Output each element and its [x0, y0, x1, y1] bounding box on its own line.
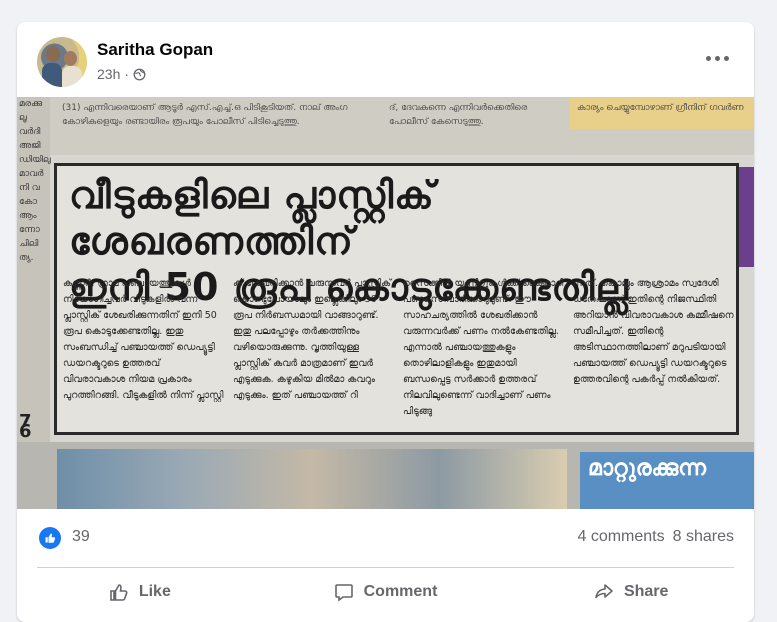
thumbs-up-icon[interactable] [39, 527, 61, 549]
top-snippet-left: (31) എന്നിവരെയാണ് ആടൂർ എസ്.എച്ച്.ഒ പിടിക… [62, 103, 348, 127]
comment-button[interactable]: Comment [263, 570, 509, 614]
share-label: Share [623, 583, 669, 600]
newspaper-article: വീടുകളിലെ പ്ലാസ്റ്റിക് ശേഖരണത്തിന് ഇനി 5… [54, 163, 739, 435]
post-card: Saritha Gopan 23h · (31) എന്നിവരെയാണ് ആട… [17, 22, 754, 622]
ellipsis-icon [705, 55, 711, 61]
newspaper-bottom-photo [57, 449, 567, 509]
article-column: ക് ശേഖരിക്കാൻ വരുന്നവർ പ്ലാസ്റ്റിക് കൊണ്… [233, 278, 392, 401]
newspaper-bottom-banner: മാറ്റുരക്കുന്ന [580, 452, 754, 509]
share-button[interactable]: Share [508, 570, 754, 614]
post-meta: 23h · [97, 66, 146, 82]
post-actions: Like Comment Share [17, 570, 754, 614]
article-column: സൈക്കിൾ യൂണിറ്റുകൾക്ക് കൈമാറി പണം സമ്പാദ… [403, 278, 564, 417]
more-options-button[interactable] [702, 48, 732, 68]
engagement-counts: 4 comments 8 shares [577, 528, 734, 546]
article-column: ന്നത്. കൊല്ലം ആശ്രാമം സ്വദേശി ധനേഷാണ് ഇത… [573, 278, 734, 385]
comment-count[interactable]: 4 comments [577, 528, 664, 546]
comment-label: Comment [363, 583, 438, 600]
avatar[interactable] [37, 37, 87, 87]
like-button[interactable]: Like [17, 570, 263, 614]
divider [37, 567, 734, 568]
post-stats: 39 4 comments 8 shares [17, 519, 754, 559]
post-time[interactable]: 23h [97, 66, 120, 82]
share-icon [595, 584, 613, 599]
article-column: കണ്ണൂർ: ഗ്രാമ പഞ്ചായത്തുകൾ നിയോഗിച്ചവർ വ… [63, 278, 224, 401]
comment-icon [334, 584, 353, 602]
post-header: Saritha Gopan 23h · [17, 22, 754, 97]
like-label: Like [138, 583, 171, 600]
author-name[interactable]: Saritha Gopan [97, 40, 213, 60]
top-snippet-right: കാര്യം ചെയ്യുമ്പോഴാണ് ഗ്രീനിന് ഗവർണ [577, 103, 744, 113]
post-photo[interactable]: (31) എന്നിവരെയാണ് ആടൂർ എസ്.എച്ച്.ഒ പിടിക… [17, 97, 754, 509]
like-count[interactable]: 39 [72, 528, 90, 546]
share-count[interactable]: 8 shares [673, 528, 734, 546]
article-body: കണ്ണൂർ: ഗ്രാമ പഞ്ചായത്തുകൾ നിയോഗിച്ചവർ വ… [63, 276, 735, 431]
globe-icon[interactable] [133, 68, 146, 81]
meta-separator: · [124, 66, 130, 82]
top-snippet-mid: ദ്, ദേവകന്നെ എന്നിവർക്കെതിരെ പോലീസ് കേസെ… [389, 103, 528, 127]
thumbs-up-outline-icon [110, 584, 128, 601]
